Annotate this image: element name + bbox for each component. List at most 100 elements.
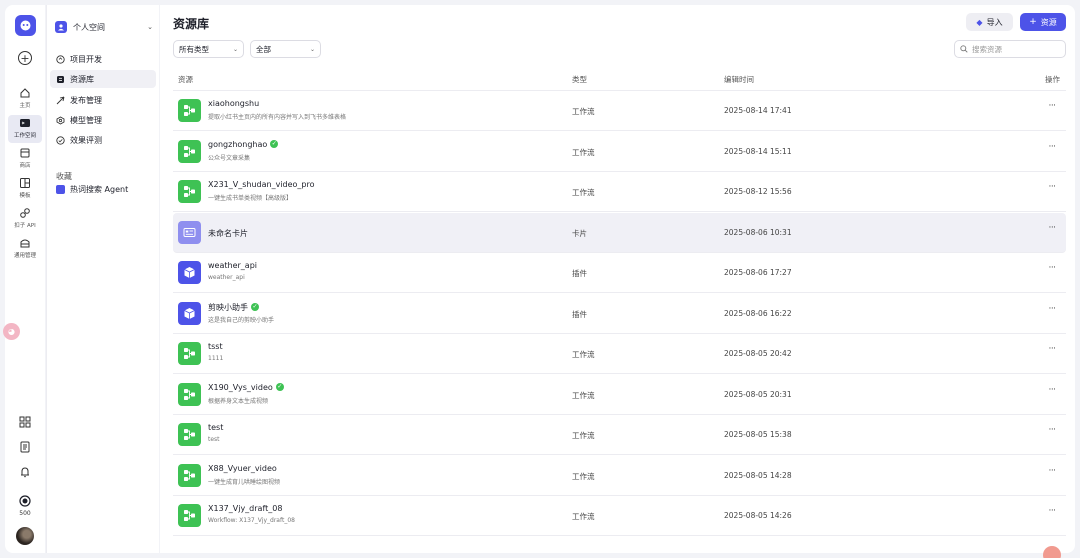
rail-item-admin[interactable]: 通用管理 xyxy=(5,235,45,263)
table-row[interactable]: weather_api weather_api 插件 2025-08-06 17:27… xyxy=(173,253,1066,293)
assistant-bubble-icon[interactable]: ◕ xyxy=(3,323,20,340)
document-icon[interactable] xyxy=(19,441,31,453)
rail-item-label: 工作空间 xyxy=(13,133,36,139)
nav-item-publish[interactable]: 发布管理 xyxy=(50,91,156,109)
workspace-icon xyxy=(20,119,30,127)
workflow-icon xyxy=(178,342,201,365)
resource-type: 卡片 xyxy=(572,228,587,238)
table-row[interactable]: gongzhonghao ✓ 公众号文章采集 工作流 2025-08-14 15:11 ·… xyxy=(173,132,1066,172)
table-row[interactable]: X88_Vyuer_video 一键生成育儿哄睡绘图视频 工作流 2025-08-05… xyxy=(173,456,1066,496)
table-row[interactable]: X137_Vjy_draft_08 Workflow: X137_Vjy_draf… xyxy=(173,496,1066,536)
create-plus-icon[interactable]: + xyxy=(18,51,32,65)
table-row[interactable]: 未命名卡片 卡片 2025-08-06 10:31 ··· xyxy=(173,212,1066,253)
rail-item-label: 通用管理 xyxy=(13,253,36,259)
rail-item-label: 模板 xyxy=(19,193,31,199)
rail-item-workspace[interactable]: 工作空间 xyxy=(8,115,42,143)
table-row[interactable]: xiaohongshu 提取小红书主页内的所有内容并写入到飞书多维表格 工作流 202… xyxy=(173,91,1066,131)
workflow-icon xyxy=(178,382,201,406)
resource-name-text: 剪映小助手 xyxy=(208,302,248,312)
table-row[interactable]: 剪映小助手 ✓ 这是我自己的剪映小助手 插件 2025-08-06 16:22 ··· xyxy=(173,294,1066,334)
more-actions-icon[interactable]: ··· xyxy=(1045,506,1059,520)
table-row[interactable]: X190_Vys_video ✓ 根据养身文本生成视频 工作流 2025-08-05 2… xyxy=(173,375,1066,415)
table-row[interactable]: tsst 1111 工作流 2025-08-05 20:42 ··· xyxy=(173,334,1066,374)
help-bubble-icon[interactable] xyxy=(1043,546,1061,558)
search-box[interactable] xyxy=(954,40,1066,58)
avatar[interactable] xyxy=(16,527,34,545)
resource-name-text: X231_V_shudan_video_pro xyxy=(208,180,315,189)
resource-name: weather_api xyxy=(208,261,257,270)
resource-description: Workflow: X137_Vjy_draft_08 xyxy=(208,517,295,524)
resource-description: 1111 xyxy=(208,355,224,362)
rail-item-store[interactable]: 商店 xyxy=(5,145,45,173)
resource-description: 根据养身文本生成视频 xyxy=(208,397,269,405)
type-filter-value: 所有类型 xyxy=(179,44,209,54)
model-icon xyxy=(56,115,65,125)
main-panel: 资源库 ◆ 导入 + 资源 所有类型 ⌄ 全部 ⌄ 资源 类型 编辑时间 操作 … xyxy=(160,5,1075,553)
more-actions-icon[interactable]: ··· xyxy=(1045,304,1059,318)
rail-item-label: 扣子 API xyxy=(14,223,36,229)
more-actions-icon[interactable]: ··· xyxy=(1045,385,1059,399)
table-row[interactable]: X231_V_shudan_video_pro 一键生成书单类视频【高级版】 工作流… xyxy=(173,172,1066,212)
project-icon xyxy=(56,54,65,64)
add-label: 资源 xyxy=(1040,17,1057,27)
verified-check-icon: ✓ xyxy=(270,140,279,148)
edit-time: 2025-08-05 15:38 xyxy=(724,430,792,439)
resource-type: 工作流 xyxy=(572,188,595,197)
publish-icon xyxy=(56,96,65,104)
credits-count: 500 xyxy=(19,510,31,517)
more-actions-icon[interactable]: ··· xyxy=(1045,344,1059,358)
space-switcher[interactable]: 个人空间 ⌄ xyxy=(55,19,153,35)
more-actions-icon[interactable]: ··· xyxy=(1045,466,1059,480)
apps-grid-icon[interactable] xyxy=(19,416,31,428)
edit-time: 2025-08-14 15:11 xyxy=(724,146,792,156)
add-resource-button[interactable]: + 资源 xyxy=(1020,13,1066,31)
resource-description: weather_api xyxy=(208,274,245,281)
store-icon xyxy=(20,148,30,158)
more-actions-icon[interactable]: ··· xyxy=(1045,425,1059,439)
resource-type: 工作流 xyxy=(572,390,595,400)
rail-item-home[interactable]: 主页 xyxy=(5,85,45,113)
resource-name: X88_Vyuer_video xyxy=(208,464,277,473)
plugin-icon xyxy=(178,261,201,284)
bell-icon[interactable] xyxy=(19,466,31,478)
resource-name: gongzhonghao ✓ xyxy=(208,140,279,149)
import-button[interactable]: ◆ 导入 xyxy=(966,13,1013,31)
page-title: 资源库 xyxy=(173,17,210,31)
type-filter-select[interactable]: 所有类型 ⌄ xyxy=(173,40,244,58)
resource-type: 插件 xyxy=(572,269,587,278)
edit-time: 2025-08-06 16:22 xyxy=(724,308,792,318)
table-row[interactable]: test test 工作流 2025-08-05 15:38 ··· xyxy=(173,415,1066,455)
rail-item-api[interactable]: 扣子 API xyxy=(5,205,45,233)
nav-item-project[interactable]: 项目开发 xyxy=(50,50,156,68)
card-icon xyxy=(178,220,201,244)
app-logo-icon[interactable] xyxy=(15,15,36,36)
scope-filter-select[interactable]: 全部 ⌄ xyxy=(250,40,321,58)
search-input[interactable] xyxy=(972,44,1062,54)
nav-item-model[interactable]: 模型管理 xyxy=(50,111,156,129)
more-actions-icon[interactable]: ··· xyxy=(1045,182,1059,196)
edit-time: 2025-08-14 17:41 xyxy=(724,106,792,115)
more-actions-icon[interactable]: ··· xyxy=(1045,263,1059,277)
chevron-down-icon: ⌄ xyxy=(147,23,153,31)
space-name: 个人空间 xyxy=(73,22,105,32)
resource-description: 公众号文章采集 xyxy=(208,154,251,162)
rail-item-template[interactable]: 模板 xyxy=(5,175,45,203)
plugin-icon xyxy=(178,301,201,325)
nav-item-label: 模型管理 xyxy=(70,115,102,125)
credits[interactable]: 500 xyxy=(5,495,45,517)
edit-time: 2025-08-05 20:42 xyxy=(724,349,792,358)
more-actions-icon[interactable]: ··· xyxy=(1045,142,1059,156)
favorite-item-agent[interactable]: 热词搜索 Agent xyxy=(50,180,156,198)
nav-item-evaluation[interactable]: 效果评测 xyxy=(50,131,156,149)
more-actions-icon[interactable]: ··· xyxy=(1045,223,1059,237)
rail-item-label: 主页 xyxy=(19,103,31,109)
rail-item-label: 商店 xyxy=(19,163,31,169)
more-actions-icon[interactable]: ··· xyxy=(1045,101,1059,115)
resource-description: 一键生成书单类视频【高级版】 xyxy=(208,195,293,202)
search-icon xyxy=(960,45,968,53)
resource-type: 插件 xyxy=(572,309,587,319)
diamond-icon: ◆ xyxy=(976,17,983,27)
plus-icon: + xyxy=(1029,17,1037,27)
resource-name: xiaohongshu xyxy=(208,99,259,108)
nav-item-library[interactable]: 资源库 xyxy=(50,70,156,88)
